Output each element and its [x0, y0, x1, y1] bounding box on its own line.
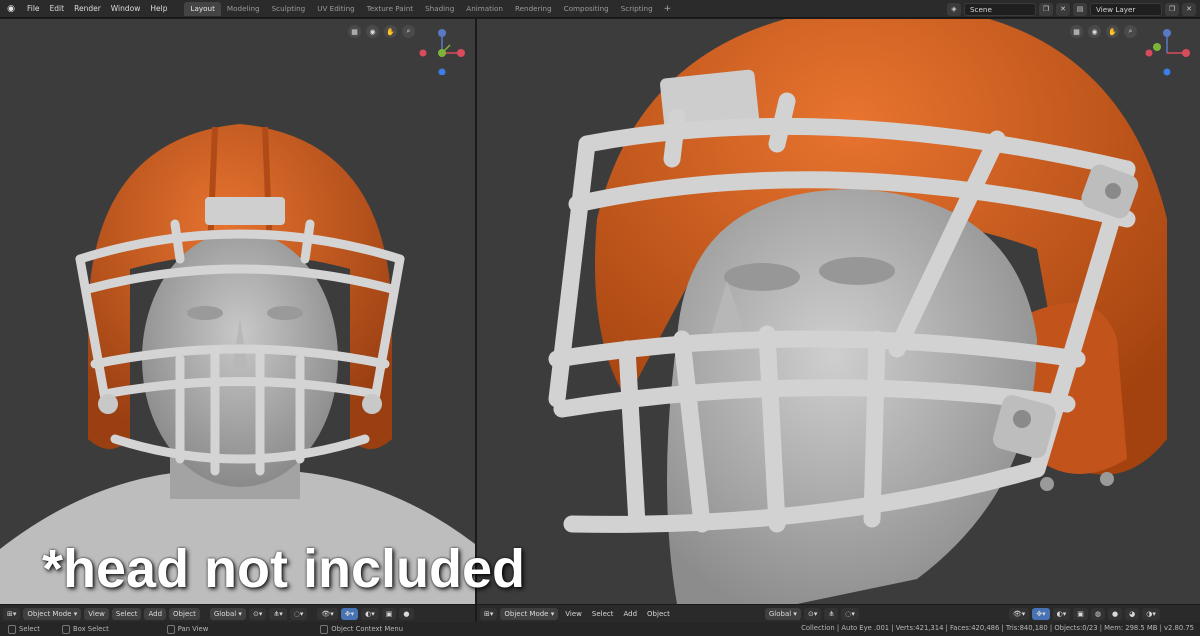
status-select: Select — [8, 624, 40, 634]
overlay-icon[interactable]: ◐▾ — [361, 607, 379, 620]
status-box-select-label: Box Select — [72, 625, 109, 633]
top-bar: ◉ File Edit Render Window Help Layout Mo… — [0, 0, 1200, 18]
shading-material-icon[interactable]: ◕ — [1125, 607, 1140, 620]
grid-view-icon[interactable]: ▦ — [1070, 25, 1083, 38]
menu-edit[interactable]: Edit — [45, 4, 70, 13]
orientation-dropdown-right[interactable]: Global ▾ — [764, 607, 801, 620]
viewport-header-right: ⊞▾ Object Mode ▾ View Select Add Object … — [477, 604, 1200, 622]
visibility-icon[interactable]: 👁▾ — [1008, 607, 1030, 620]
tab-compositing[interactable]: Compositing — [558, 2, 615, 16]
scene-selector-area: ◈ Scene ❐ ✕ ▤ View Layer ❐ ✕ — [947, 2, 1196, 16]
shading-wireframe-icon[interactable]: ◍ — [1090, 607, 1105, 620]
viewport-nav-tools-left: ▦ ◉ ✋ ⌕ — [348, 25, 415, 38]
menu-select-left[interactable]: Select — [111, 607, 142, 620]
gizmo-toggle-icon[interactable]: ✥▾ — [1032, 607, 1050, 620]
object-mode-dropdown[interactable]: Object Mode ▾ — [23, 607, 82, 620]
mouse-right-icon — [320, 624, 329, 634]
helmet-render-front — [0, 124, 475, 604]
menu-select-right[interactable]: Select — [589, 610, 617, 618]
pan-hand-icon[interactable]: ✋ — [1106, 25, 1119, 38]
editor-type-icon[interactable]: ⊞▾ — [480, 607, 498, 620]
menu-file[interactable]: File — [22, 4, 45, 13]
viewport-header-left: ⊞▾ Object Mode ▾ View Select Add Object … — [0, 604, 475, 622]
add-workspace-button[interactable]: + — [659, 2, 677, 16]
status-context-menu-label: Object Context Menu — [331, 625, 404, 633]
object-mode-label: Object Mode — [504, 609, 549, 618]
proportional-edit-icon[interactable]: ◌▾ — [289, 607, 308, 620]
menu-add-left[interactable]: Add — [144, 607, 167, 620]
mouse-middle-icon — [166, 624, 175, 634]
object-mode-dropdown[interactable]: Object Mode ▾ — [500, 607, 559, 620]
menu-view-left[interactable]: View — [84, 607, 109, 620]
workspace-tabs: Layout Modeling Sculpting UV Editing Tex… — [184, 1, 677, 16]
main-menu: File Edit Render Window Help — [22, 4, 172, 13]
viewport-left[interactable]: ▦ ◉ ✋ ⌕ — [0, 19, 475, 604]
caption-overlay: *head not included — [42, 539, 526, 599]
status-pan-view: Pan View — [166, 624, 209, 634]
pan-hand-icon[interactable]: ✋ — [384, 25, 397, 38]
snap-icon[interactable]: ⋔▾ — [269, 607, 287, 620]
menu-add-right[interactable]: Add — [620, 610, 640, 618]
orientation-dropdown-left[interactable]: Global ▾ — [209, 607, 246, 620]
tab-texture-paint[interactable]: Texture Paint — [361, 2, 419, 16]
orientation-label: Global — [768, 609, 792, 618]
menu-help[interactable]: Help — [145, 4, 172, 13]
viewport-right[interactable]: ▦ ◉ ✋ ⌕ — [477, 19, 1200, 604]
tab-modeling[interactable]: Modeling — [221, 2, 266, 16]
menu-window[interactable]: Window — [106, 4, 146, 13]
menu-object-left[interactable]: Object — [169, 607, 200, 620]
helmet-render-closeup — [548, 19, 1167, 604]
orientation-label: Global — [213, 609, 237, 618]
zoom-icon[interactable]: ⌕ — [1124, 25, 1137, 38]
mouse-left-icon — [8, 624, 16, 634]
delete-view-layer-icon[interactable]: ✕ — [1182, 2, 1196, 16]
xray-icon[interactable]: ▣ — [1073, 607, 1088, 620]
camera-view-icon[interactable]: ◉ — [366, 25, 379, 38]
overlay-icon[interactable]: ◐▾ — [1052, 607, 1071, 620]
tab-layout[interactable]: Layout — [184, 1, 221, 16]
mouse-drag-icon — [61, 624, 70, 634]
editor-type-icon[interactable]: ⊞▾ — [3, 607, 21, 620]
gizmo-toggle-icon[interactable]: ✥▾ — [340, 607, 359, 620]
tab-shading[interactable]: Shading — [419, 2, 460, 16]
zoom-icon[interactable]: ⌕ — [402, 25, 415, 38]
blender-logo-icon[interactable]: ◉ — [4, 2, 18, 16]
proportional-edit-icon[interactable]: ◌▾ — [841, 607, 859, 620]
delete-scene-icon[interactable]: ✕ — [1056, 2, 1070, 16]
xray-icon[interactable]: ▣ — [381, 607, 397, 620]
view-layer-icon[interactable]: ▤ — [1073, 2, 1087, 16]
navigation-gizmo-right[interactable] — [1141, 25, 1197, 83]
tab-sculpting[interactable]: Sculpting — [266, 2, 312, 16]
shading-rendered-icon[interactable]: ◑▾ — [1142, 607, 1160, 620]
status-box-select: Box Select — [61, 624, 109, 634]
camera-view-icon[interactable]: ◉ — [1088, 25, 1101, 38]
view-layer-field[interactable]: View Layer — [1090, 2, 1162, 16]
status-pan-view-label: Pan View — [177, 625, 209, 633]
viewport-nav-tools-right: ▦ ◉ ✋ ⌕ — [1070, 25, 1137, 38]
visibility-icon[interactable]: 👁▾ — [317, 607, 338, 620]
shading-solid-icon[interactable]: ● — [1108, 607, 1123, 620]
scene-icon[interactable]: ◈ — [947, 2, 961, 16]
pivot-icon[interactable]: ⊙▾ — [803, 607, 822, 620]
tab-rendering[interactable]: Rendering — [509, 2, 558, 16]
object-mode-label: Object Mode — [27, 609, 72, 618]
pivot-icon[interactable]: ⊙▾ — [248, 607, 267, 620]
status-bar: Select Box Select Pan View Object Contex… — [0, 622, 1200, 636]
navigation-gizmo-left[interactable] — [418, 25, 470, 75]
scene-field[interactable]: Scene — [964, 2, 1036, 16]
new-view-layer-icon[interactable]: ❐ — [1165, 2, 1179, 16]
new-scene-icon[interactable]: ❐ — [1039, 2, 1053, 16]
menu-view-right[interactable]: View — [562, 610, 585, 618]
menu-object-right[interactable]: Object — [644, 610, 673, 618]
status-context-menu: Object Context Menu — [320, 624, 404, 634]
grid-view-icon[interactable]: ▦ — [348, 25, 361, 38]
menu-render[interactable]: Render — [69, 4, 106, 13]
tab-scripting[interactable]: Scripting — [615, 2, 659, 16]
tab-animation[interactable]: Animation — [460, 2, 509, 16]
shading-solid-icon[interactable]: ● — [399, 607, 414, 620]
tab-uv-editing[interactable]: UV Editing — [311, 2, 361, 16]
scene-statistics: Collection | Auto Eye .001 | Verts:421,3… — [801, 624, 1194, 632]
snap-icon[interactable]: ⋔ — [824, 607, 839, 620]
status-select-label: Select — [19, 625, 40, 633]
